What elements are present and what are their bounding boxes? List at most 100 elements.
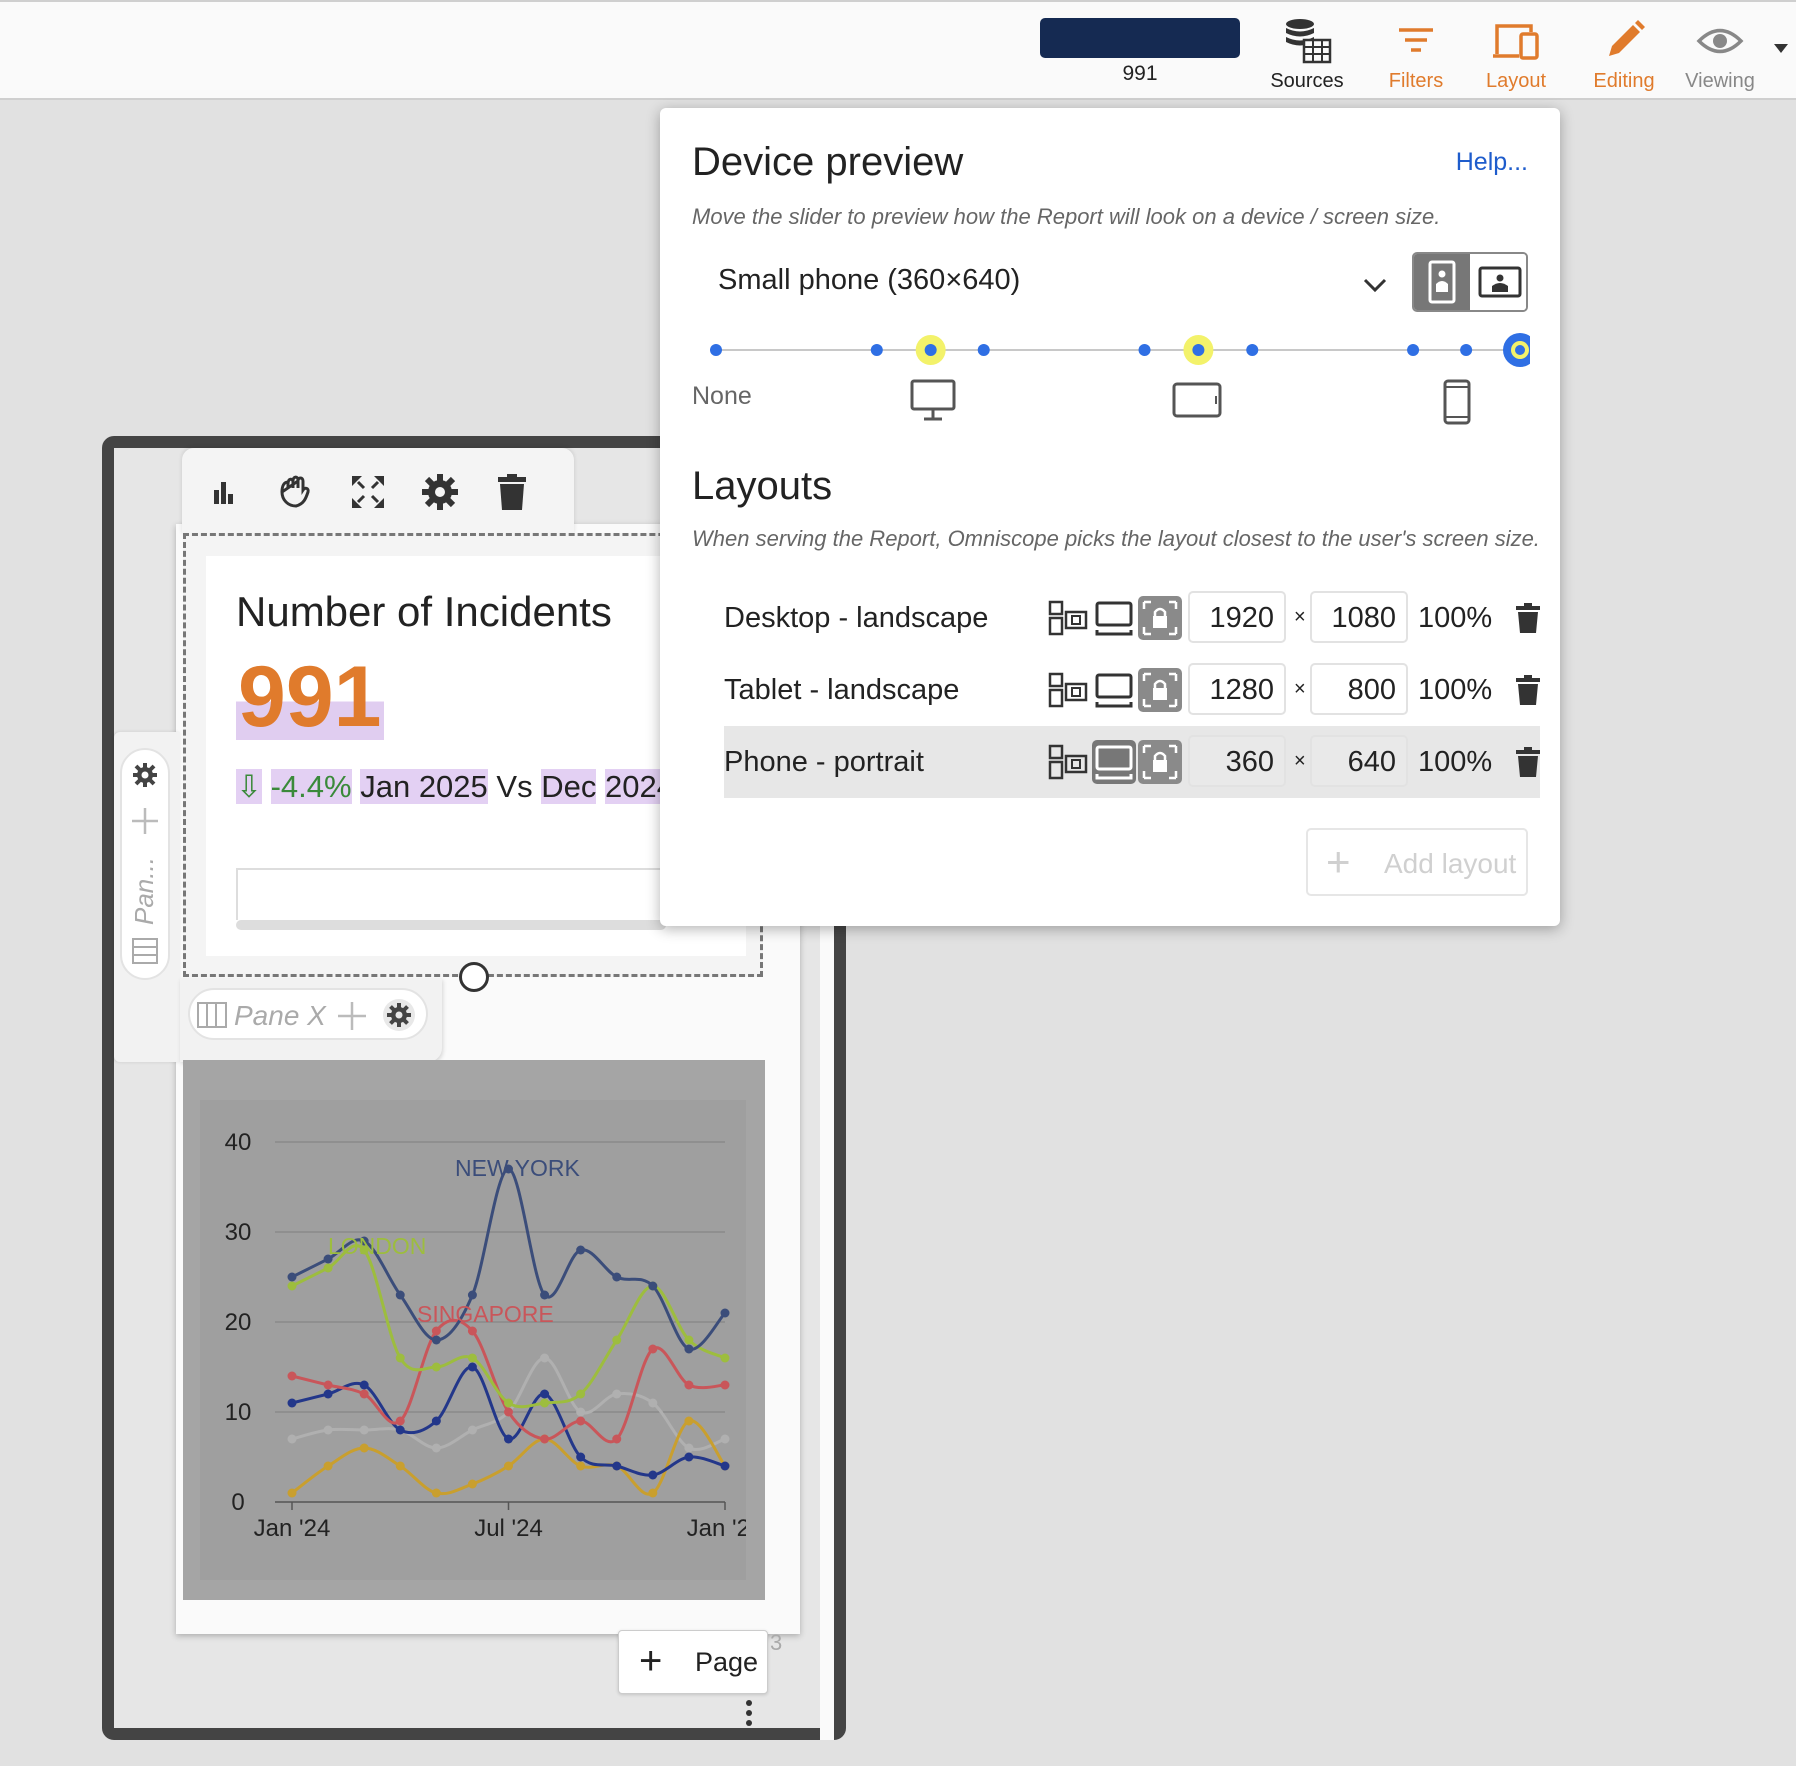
data-point[interactable] bbox=[504, 1407, 513, 1417]
sparkline-scrollbar[interactable] bbox=[236, 920, 666, 930]
slider-stop[interactable] bbox=[977, 344, 990, 356]
data-point[interactable] bbox=[648, 1281, 658, 1291]
data-point[interactable] bbox=[323, 1380, 333, 1390]
data-point[interactable] bbox=[287, 1371, 297, 1381]
data-point[interactable] bbox=[648, 1488, 658, 1498]
data-point[interactable] bbox=[540, 1398, 550, 1408]
layout-zoom[interactable]: 100% bbox=[1418, 746, 1492, 779]
landscape-toggle[interactable] bbox=[1472, 254, 1526, 310]
data-point[interactable] bbox=[540, 1353, 550, 1363]
data-point[interactable] bbox=[720, 1380, 730, 1390]
fit-width-toggle[interactable] bbox=[1092, 668, 1136, 712]
editing-button[interactable]: Editing bbox=[1574, 16, 1674, 93]
data-point[interactable] bbox=[431, 1443, 441, 1453]
data-point[interactable] bbox=[504, 1434, 513, 1444]
data-point[interactable] bbox=[431, 1362, 441, 1372]
layout-width-input[interactable]: 1280 bbox=[1188, 663, 1286, 715]
data-point[interactable] bbox=[576, 1416, 586, 1426]
add-layout-button[interactable]: + Add layout bbox=[1306, 828, 1528, 896]
trash-icon[interactable] bbox=[1514, 674, 1542, 706]
expand-icon[interactable] bbox=[346, 470, 390, 514]
fit-width-toggle[interactable] bbox=[1092, 596, 1136, 640]
data-point[interactable] bbox=[323, 1263, 333, 1273]
data-point[interactable] bbox=[431, 1416, 441, 1426]
tablet-icon[interactable] bbox=[1172, 378, 1222, 422]
data-point[interactable] bbox=[720, 1308, 730, 1318]
data-point[interactable] bbox=[720, 1434, 730, 1444]
fit-width-toggle[interactable] bbox=[1092, 740, 1136, 784]
layout-width-input[interactable]: 360 bbox=[1188, 735, 1286, 787]
viewing-button[interactable]: Viewing bbox=[1670, 16, 1770, 93]
layout-button[interactable]: Layout bbox=[1466, 16, 1566, 93]
rows-icon[interactable] bbox=[130, 936, 160, 966]
help-link[interactable]: Help... bbox=[1456, 148, 1528, 177]
data-point[interactable] bbox=[648, 1398, 658, 1408]
slider-stop[interactable] bbox=[1192, 344, 1205, 356]
line-chart[interactable]: 0 10 20 30 40 Jan '24 Jul '24 Jan '25 NEW YORK LO… bbox=[200, 1100, 763, 1580]
data-point[interactable] bbox=[648, 1470, 658, 1480]
layout-row[interactable]: Tablet - landscape 1280 × 800 100% bbox=[724, 654, 1540, 726]
data-point[interactable] bbox=[359, 1380, 369, 1390]
data-point[interactable] bbox=[612, 1272, 622, 1282]
trash-icon[interactable] bbox=[1514, 746, 1542, 778]
data-point[interactable] bbox=[359, 1389, 369, 1399]
data-point[interactable] bbox=[540, 1290, 550, 1300]
data-point[interactable] bbox=[684, 1416, 694, 1426]
device-select[interactable]: Small phone (360×640) bbox=[718, 264, 1020, 297]
more-vertical-icon[interactable] bbox=[746, 1700, 754, 1730]
data-point[interactable] bbox=[323, 1425, 333, 1435]
data-point[interactable] bbox=[576, 1452, 586, 1462]
data-point[interactable] bbox=[504, 1461, 513, 1471]
hand-icon[interactable] bbox=[274, 470, 318, 514]
lock-size-toggle[interactable] bbox=[1138, 668, 1182, 712]
data-point[interactable] bbox=[504, 1398, 513, 1408]
layout-zoom[interactable]: 100% bbox=[1418, 674, 1492, 707]
arrange-icon[interactable] bbox=[1046, 668, 1090, 712]
data-point[interactable] bbox=[612, 1461, 622, 1471]
gear-icon[interactable] bbox=[382, 998, 416, 1032]
layout-row[interactable]: Desktop - landscape 1920 × 1080 100% bbox=[724, 582, 1540, 654]
arrange-icon[interactable] bbox=[1046, 740, 1090, 784]
data-point[interactable] bbox=[540, 1434, 550, 1444]
layout-width-input[interactable]: 1920 bbox=[1188, 591, 1286, 643]
bar-chart-icon[interactable] bbox=[202, 470, 246, 514]
device-size-slider[interactable] bbox=[710, 320, 1530, 380]
data-point[interactable] bbox=[395, 1416, 405, 1426]
data-point[interactable] bbox=[467, 1326, 477, 1336]
data-point[interactable] bbox=[684, 1344, 694, 1354]
data-point[interactable] bbox=[467, 1290, 477, 1300]
data-point[interactable] bbox=[720, 1461, 730, 1471]
data-point[interactable] bbox=[359, 1443, 369, 1453]
data-point[interactable] bbox=[287, 1281, 297, 1291]
data-point[interactable] bbox=[684, 1443, 694, 1453]
data-point[interactable] bbox=[467, 1362, 477, 1372]
data-point[interactable] bbox=[540, 1389, 550, 1399]
more-caret-icon[interactable] bbox=[1774, 44, 1788, 53]
columns-icon[interactable] bbox=[196, 1000, 228, 1030]
data-point[interactable] bbox=[612, 1389, 622, 1399]
data-point[interactable] bbox=[467, 1353, 477, 1363]
data-point[interactable] bbox=[720, 1353, 730, 1363]
data-point[interactable] bbox=[323, 1389, 333, 1399]
data-point[interactable] bbox=[684, 1380, 694, 1390]
add-icon[interactable] bbox=[130, 806, 160, 836]
data-point[interactable] bbox=[323, 1461, 333, 1471]
data-point[interactable] bbox=[576, 1245, 586, 1255]
chevron-down-icon[interactable] bbox=[1360, 270, 1390, 300]
data-point[interactable] bbox=[576, 1461, 586, 1471]
report-title-block[interactable] bbox=[1040, 18, 1240, 58]
data-point[interactable] bbox=[395, 1425, 405, 1435]
data-point[interactable] bbox=[287, 1272, 297, 1282]
add-icon[interactable] bbox=[336, 1000, 368, 1032]
sources-button[interactable]: Sources bbox=[1257, 16, 1357, 93]
slider-stop[interactable] bbox=[710, 344, 722, 356]
slider-stop[interactable] bbox=[924, 344, 937, 356]
gear-icon[interactable] bbox=[418, 470, 462, 514]
layout-height-input[interactable]: 1080 bbox=[1310, 591, 1408, 643]
filters-button[interactable]: Filters bbox=[1366, 16, 1466, 93]
add-page-button[interactable]: + Page bbox=[618, 1630, 768, 1694]
data-point[interactable] bbox=[395, 1461, 405, 1471]
data-point[interactable] bbox=[684, 1335, 694, 1345]
layout-height-input[interactable]: 800 bbox=[1310, 663, 1408, 715]
slider-stop[interactable] bbox=[870, 344, 883, 356]
